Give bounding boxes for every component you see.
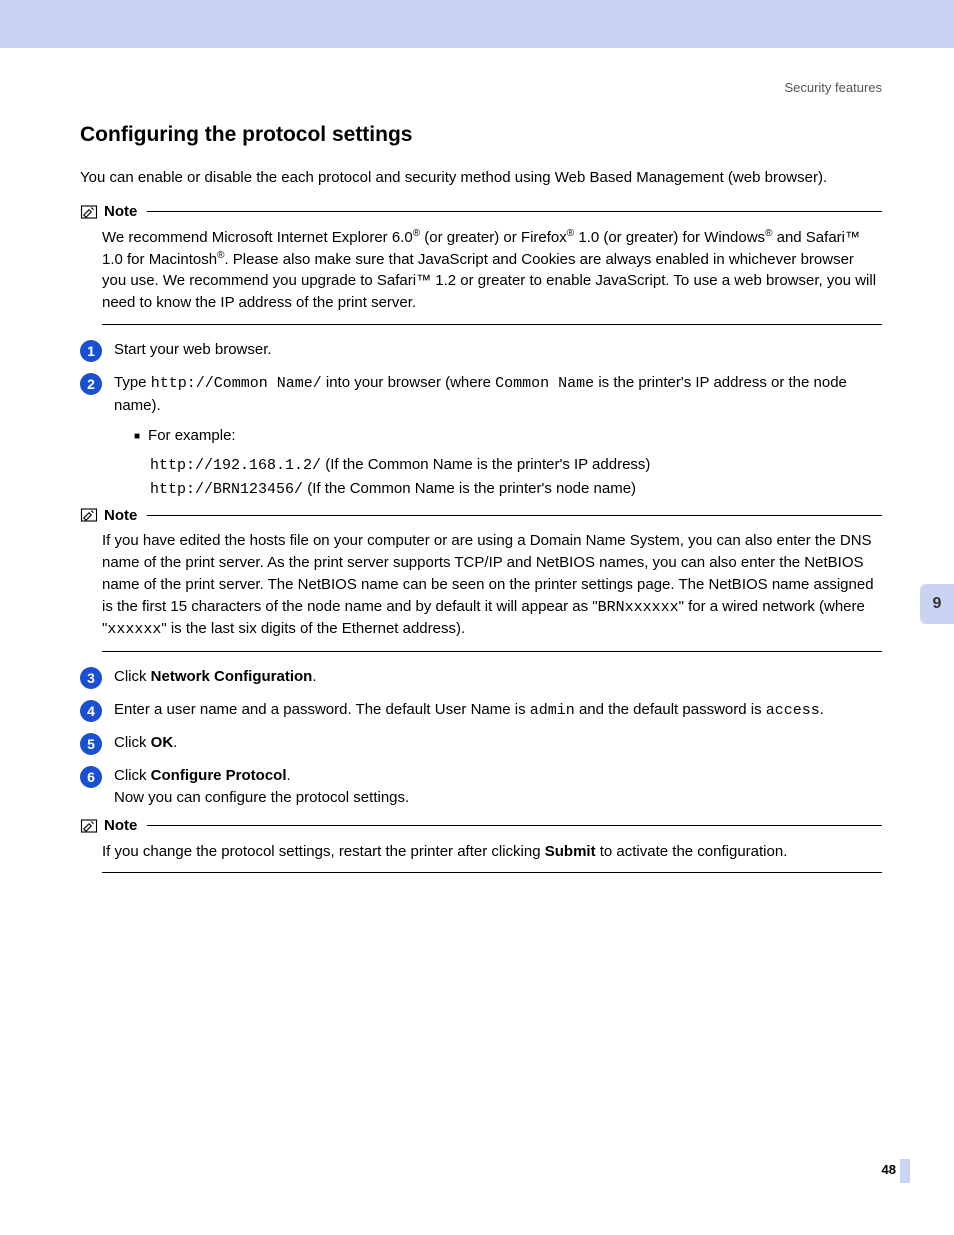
step-4-text: Enter a user name and a password. The de… <box>114 699 882 722</box>
note-icon <box>80 203 98 221</box>
note-rule <box>147 515 882 516</box>
note-rule <box>147 825 882 826</box>
intro-text: You can enable or disable the each proto… <box>80 167 882 189</box>
s6b: Configure Protocol <box>151 767 287 784</box>
s6d: Now you can configure the protocol setti… <box>114 789 409 806</box>
page-title: Configuring the protocol settings <box>80 123 882 147</box>
step-6-text: Click Configure Protocol. Now you can co… <box>114 765 882 809</box>
step-2: 2 Type http://Common Name/ into your bro… <box>80 372 882 417</box>
step-4: 4 Enter a user name and a password. The … <box>80 699 882 722</box>
step-5-text: Click OK. <box>114 732 882 754</box>
step-1-text: Start your web browser. <box>114 339 882 361</box>
ex1-code: http://192.168.1.2/ <box>150 457 321 474</box>
step2-b: into your browser (where <box>322 374 495 391</box>
n3a: If you change the protocol settings, res… <box>102 843 545 860</box>
note-block-2: Note If you have edited the hosts file o… <box>80 506 882 652</box>
note-block-3: Note If you change the protocol settings… <box>80 817 882 874</box>
top-accent-bar <box>0 0 954 48</box>
n3c: to activate the configuration. <box>596 843 788 860</box>
step-1: 1 Start your web browser. <box>80 339 882 362</box>
note2-code1: BRNxxxxxx <box>598 599 679 616</box>
example-label-text: For example: <box>148 427 236 444</box>
note-1-bottom-rule <box>102 324 882 325</box>
note-2-body: If you have edited the hosts file on you… <box>80 524 882 647</box>
bullet-icon <box>134 427 148 444</box>
step2-code2: Common Name <box>495 375 594 392</box>
note-label: Note <box>104 817 137 834</box>
example-label: For example: <box>134 424 882 448</box>
note-icon <box>80 817 98 835</box>
s3a: Click <box>114 668 151 685</box>
s5b: OK <box>151 734 174 751</box>
step-number-4: 4 <box>80 700 102 722</box>
step-6: 6 Click Configure Protocol. Now you can … <box>80 765 882 809</box>
step2-a: Type <box>114 374 151 391</box>
s4c: . <box>820 701 824 718</box>
example-2: http://BRN123456/ (If the Common Name is… <box>150 480 882 498</box>
note-3-bottom-rule <box>102 872 882 873</box>
s6c: . <box>287 767 291 784</box>
ex2-text: (If the Common Name is the printer's nod… <box>303 480 636 497</box>
step2-code: http://Common Name/ <box>151 375 322 392</box>
step-number-5: 5 <box>80 733 102 755</box>
ex1-text: (If the Common Name is the printer's IP … <box>321 456 650 473</box>
note2-code2: xxxxxx <box>107 621 161 638</box>
note-3-body: If you change the protocol settings, res… <box>80 835 882 869</box>
ex2-code: http://BRN123456/ <box>150 481 303 498</box>
s4code1: admin <box>530 702 575 719</box>
s4code2: access <box>766 702 820 719</box>
note1-text-b: (or greater) or Firefox <box>420 229 567 246</box>
step-5: 5 Click OK. <box>80 732 882 755</box>
step-3-text: Click Network Configuration. <box>114 666 882 688</box>
note-label: Note <box>104 507 137 524</box>
step-number-1: 1 <box>80 340 102 362</box>
step-3: 3 Click Network Configuration. <box>80 666 882 689</box>
s4b: and the default password is <box>575 701 766 718</box>
note-block-1: Note We recommend Microsoft Internet Exp… <box>80 203 882 325</box>
note2-c: " is the last six digits of the Ethernet… <box>161 620 465 637</box>
chapter-tab: 9 <box>920 584 954 624</box>
note1-text-a: We recommend Microsoft Internet Explorer… <box>102 229 413 246</box>
page-accent-bar <box>900 1159 910 1183</box>
header-section-name: Security features <box>0 48 954 95</box>
step-2-text: Type http://Common Name/ into your brows… <box>114 372 882 417</box>
s4a: Enter a user name and a password. The de… <box>114 701 530 718</box>
s5a: Click <box>114 734 151 751</box>
step-number-6: 6 <box>80 766 102 788</box>
note-icon <box>80 506 98 524</box>
s3c: . <box>312 668 316 685</box>
step-number-3: 3 <box>80 667 102 689</box>
note1-text-c: 1.0 (or greater) for Windows <box>574 229 765 246</box>
note-label: Note <box>104 203 137 220</box>
note-1-body: We recommend Microsoft Internet Explorer… <box>80 221 882 320</box>
s3b: Network Configuration <box>151 668 313 685</box>
note-rule <box>147 211 882 212</box>
page-number: 48 <box>882 1162 896 1177</box>
note-2-bottom-rule <box>102 651 882 652</box>
n3b: Submit <box>545 843 596 860</box>
s6a: Click <box>114 767 151 784</box>
example-1: http://192.168.1.2/ (If the Common Name … <box>150 456 882 474</box>
step-number-2: 2 <box>80 373 102 395</box>
s5c: . <box>173 734 177 751</box>
